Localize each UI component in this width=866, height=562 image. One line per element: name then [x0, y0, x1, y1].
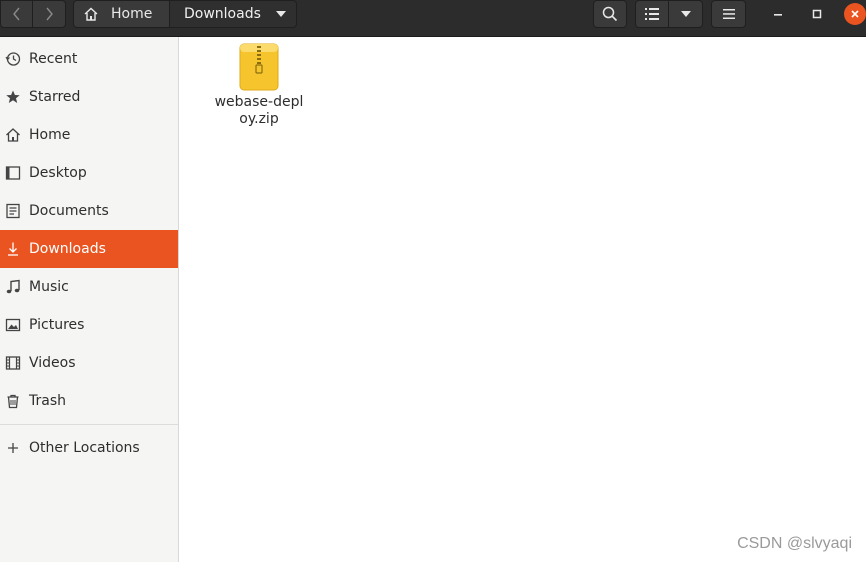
file-name: webase-deploy.zip: [214, 94, 304, 127]
sidebar-item-label: Other Locations: [29, 440, 140, 456]
path-segment-label: Home: [111, 6, 153, 22]
sidebar-item-desktop[interactable]: Desktop: [0, 154, 178, 192]
trash-icon: [5, 393, 21, 409]
back-button[interactable]: [0, 0, 33, 28]
close-icon: [851, 10, 859, 18]
chevron-right-icon: [46, 7, 53, 21]
video-icon: [5, 355, 21, 371]
sidebar-item-starred[interactable]: Starred: [0, 78, 178, 116]
sidebar-separator: [0, 424, 178, 425]
sidebar-item-label: Videos: [29, 355, 76, 371]
sidebar-item-recent[interactable]: Recent: [0, 40, 178, 78]
sidebar-item-label: Documents: [29, 203, 109, 219]
maximize-button[interactable]: [803, 0, 831, 28]
close-button[interactable]: [844, 3, 866, 25]
search-button[interactable]: [593, 0, 627, 28]
sidebar-item-downloads[interactable]: Downloads: [0, 230, 178, 268]
forward-button[interactable]: [32, 0, 66, 28]
view-list-button[interactable]: [635, 0, 669, 28]
document-icon: [5, 203, 21, 219]
sidebar-item-music[interactable]: Music: [0, 268, 178, 306]
download-icon: [5, 241, 21, 257]
maximize-icon: [812, 9, 822, 19]
sidebar-item-pictures[interactable]: Pictures: [0, 306, 178, 344]
caret-down-icon: [276, 11, 286, 17]
minimize-button[interactable]: [764, 0, 792, 28]
search-icon: [602, 6, 618, 22]
home-icon: [5, 127, 21, 143]
picture-icon: [5, 317, 21, 333]
star-icon: [5, 89, 21, 105]
clock-icon: [5, 51, 21, 67]
places-sidebar: Recent Starred Home Desktop Documents Do…: [0, 37, 179, 562]
watermark: CSDN @slvyaqi: [737, 535, 852, 552]
file-item[interactable]: webase-deploy.zip: [214, 43, 304, 128]
sidebar-item-other-locations[interactable]: Other Locations: [0, 429, 178, 467]
sidebar-item-label: Home: [29, 127, 71, 143]
path-segment-downloads[interactable]: Downloads: [170, 0, 297, 28]
path-segment-home[interactable]: Home: [73, 0, 170, 28]
sidebar-item-documents[interactable]: Documents: [0, 192, 178, 230]
caret-down-icon: [680, 11, 691, 17]
sidebar-item-label: Pictures: [29, 317, 85, 333]
header-bar: Home Downloads: [0, 0, 866, 37]
zip-archive-icon: [239, 43, 279, 91]
view-options-button[interactable]: [668, 0, 703, 28]
menu-button[interactable]: [711, 0, 746, 28]
home-icon: [84, 7, 98, 21]
sidebar-item-label: Starred: [29, 89, 81, 105]
list-view-icon: [645, 8, 659, 20]
plus-icon: [5, 440, 21, 456]
sidebar-item-trash[interactable]: Trash: [0, 382, 178, 420]
desktop-icon: [5, 165, 21, 181]
music-icon: [5, 279, 21, 295]
path-segment-label: Downloads: [184, 6, 261, 22]
sidebar-item-home[interactable]: Home: [0, 116, 178, 154]
sidebar-item-label: Music: [29, 279, 69, 295]
sidebar-item-label: Recent: [29, 51, 78, 67]
chevron-left-icon: [12, 7, 20, 21]
sidebar-item-videos[interactable]: Videos: [0, 344, 178, 382]
sidebar-item-label: Trash: [29, 393, 66, 409]
hamburger-icon: [722, 9, 735, 19]
sidebar-item-label: Desktop: [29, 165, 87, 181]
file-view: webase-deploy.zip: [179, 37, 866, 562]
minimize-icon: [774, 14, 782, 16]
path-bar: Home Downloads: [73, 0, 297, 28]
sidebar-item-label: Downloads: [29, 241, 106, 257]
